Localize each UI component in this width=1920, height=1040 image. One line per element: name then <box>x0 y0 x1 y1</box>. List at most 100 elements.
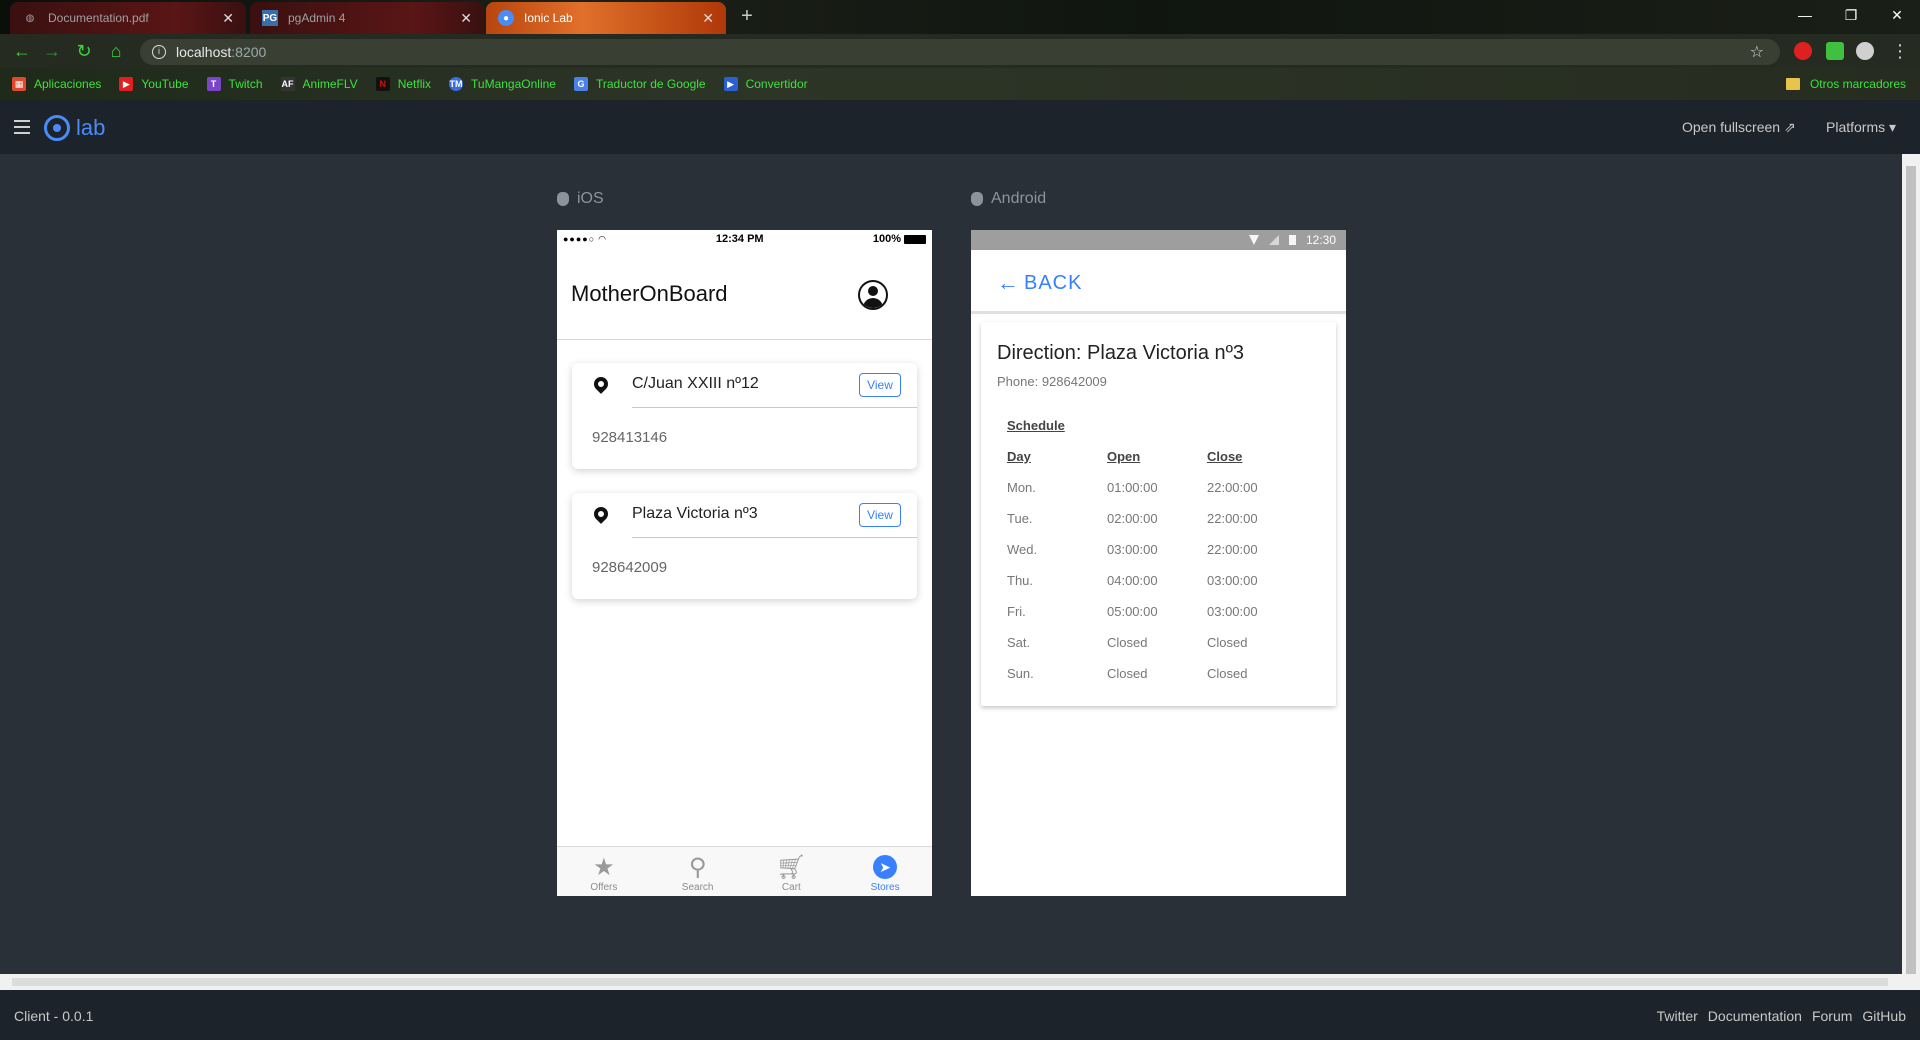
ios-device-frame: ●●●●○ ◠ 12:34 PM 100% MotherOnBoard C/Ju… <box>557 230 932 896</box>
ionic-icon: ● <box>498 10 514 26</box>
address-bar[interactable]: i localhost:8200 ☆ <box>140 39 1780 65</box>
store-card: C/Juan XXIII nº12 View 928413146 <box>572 363 917 469</box>
header-day: Day <box>1007 449 1031 464</box>
back-button[interactable]: ← BACK <box>997 270 1082 296</box>
battery-indicator: 100% <box>873 233 926 245</box>
location-pin-icon <box>591 374 611 394</box>
store-address: Plaza Victoria nº3 <box>632 505 758 522</box>
platforms-dropdown[interactable]: Platforms ▾ <box>1826 119 1896 136</box>
url-host: localhost <box>176 44 232 60</box>
store-address: C/Juan XXIII nº12 <box>632 375 759 392</box>
extension-red-icon[interactable] <box>1794 42 1812 60</box>
store-phone: Phone: 928642009 <box>997 374 1107 389</box>
android-icon <box>971 192 983 206</box>
tab-offers[interactable]: ★ Offers <box>557 847 651 896</box>
row-open: 02:00:00 <box>1107 511 1158 526</box>
close-icon[interactable]: ✕ <box>222 10 234 27</box>
tab-icon-wrapper: ➤ <box>872 854 898 880</box>
home-icon[interactable]: ⌂ <box>104 40 128 64</box>
tab-label: Documentation.pdf <box>48 11 149 25</box>
documentation-link[interactable]: Documentation <box>1708 1008 1802 1024</box>
convertidor-icon: ▶ <box>723 77 738 91</box>
row-open: 03:00:00 <box>1107 542 1158 557</box>
twitter-link[interactable]: Twitter <box>1657 1008 1698 1024</box>
bookmark-aplicaciones[interactable]: ▦ Aplicaciones <box>12 77 101 91</box>
bookmark-label: YouTube <box>141 77 189 91</box>
github-link[interactable]: GitHub <box>1862 1008 1906 1024</box>
forum-link[interactable]: Forum <box>1812 1008 1852 1024</box>
tab-search[interactable]: ⚲ Search <box>651 847 745 896</box>
android-platform-label: Android <box>971 190 1046 208</box>
hamburger-menu-icon[interactable] <box>14 120 30 134</box>
bookmark-netflix[interactable]: N Netflix <box>375 77 431 91</box>
caret-down-icon: ▾ <box>1889 119 1897 135</box>
header-close: Close <box>1207 449 1243 464</box>
lab-header: lab Open fullscreen ⇗ Platforms ▾ <box>0 100 1920 154</box>
window-close-button[interactable]: ✕ <box>1874 0 1920 30</box>
new-tab-button[interactable]: + <box>736 6 758 28</box>
menu-dots-icon[interactable]: ⋮ <box>1888 40 1912 64</box>
bookmark-youtube[interactable]: ▶ YouTube <box>119 77 189 91</box>
youtube-icon: ▶ <box>119 77 134 91</box>
search-icon: ⚲ <box>688 853 707 881</box>
row-open: Closed <box>1107 635 1148 650</box>
ios-navbar: MotherOnBoard <box>557 248 932 340</box>
tab-ionic-lab[interactable]: ● Ionic Lab ✕ <box>486 2 726 34</box>
tumanga-icon: TM <box>449 77 464 91</box>
schedule-row: Tue. 02:00:00 22:00:00 <box>1007 511 1307 526</box>
battery-icon <box>1288 235 1296 245</box>
tab-stores[interactable]: ➤ Stores <box>838 847 932 896</box>
scrollbar-thumb[interactable] <box>12 978 1888 986</box>
view-store-button[interactable]: View <box>859 373 901 397</box>
bookmark-label: Twitch <box>228 77 263 91</box>
tab-label: Stores <box>870 882 900 893</box>
other-bookmarks[interactable]: Otros marcadores <box>1785 77 1906 91</box>
vertical-scrollbar[interactable] <box>1902 154 1920 992</box>
row-close: Closed <box>1207 635 1248 650</box>
row-close: 22:00:00 <box>1207 542 1258 557</box>
row-close: 03:00:00 <box>1207 573 1258 588</box>
bookmark-convertidor[interactable]: ▶ Convertidor <box>723 77 808 91</box>
restore-button[interactable]: ❐ <box>1828 0 1874 30</box>
logo-text: lab <box>76 115 106 140</box>
info-icon[interactable]: i <box>152 45 166 59</box>
horizontal-scrollbar[interactable] <box>0 974 1902 990</box>
ios-platform-label: iOS <box>557 190 604 208</box>
extension-puzzle-icon[interactable] <box>1826 42 1844 60</box>
row-open: Closed <box>1107 666 1148 681</box>
bookmark-tumangaonline[interactable]: TM TuMangaOnline <box>449 77 556 91</box>
open-fullscreen-link[interactable]: Open fullscreen ⇗ <box>1682 119 1796 136</box>
view-store-button[interactable]: View <box>859 503 901 527</box>
bookmark-animeflv[interactable]: AF AnimeFLV <box>280 77 358 91</box>
profile-headset-icon[interactable] <box>1856 42 1874 60</box>
android-status-bar: 12:30 <box>971 230 1346 250</box>
cart-icon: 🛒︎ <box>776 853 807 881</box>
scrollbar-thumb[interactable] <box>1906 166 1916 974</box>
user-avatar-icon[interactable] <box>858 280 888 310</box>
star-icon: ★ <box>593 853 615 881</box>
url-port: :8200 <box>231 44 267 60</box>
reload-icon[interactable]: ↻ <box>72 40 96 64</box>
row-day: Thu. <box>1007 573 1034 588</box>
close-icon[interactable]: ✕ <box>702 10 714 27</box>
bookmark-star-icon[interactable]: ☆ <box>1750 42 1764 62</box>
back-label: BACK <box>1024 271 1083 294</box>
bookmark-twitch[interactable]: T Twitch <box>206 77 263 91</box>
minimize-button[interactable]: — <box>1782 0 1828 30</box>
battery-icon <box>903 234 926 244</box>
ios-status-time: 12:34 PM <box>715 233 764 245</box>
wifi-icon <box>1248 235 1259 245</box>
row-day: Fri. <box>1007 604 1026 619</box>
tab-pgadmin[interactable]: PG pgAdmin 4 ✕ <box>250 2 484 34</box>
pgadmin-icon: PG <box>262 10 278 26</box>
tab-cart[interactable]: 🛒︎ Cart <box>745 847 839 896</box>
back-arrow-icon[interactable]: ← <box>10 40 34 64</box>
bookmark-google-translate[interactable]: G Traductor de Google <box>573 77 706 91</box>
signal-icon <box>1268 235 1279 245</box>
close-icon[interactable]: ✕ <box>460 10 472 27</box>
forward-arrow-icon[interactable]: → <box>40 40 64 64</box>
row-day: Mon. <box>1007 480 1036 495</box>
row-open: 04:00:00 <box>1107 573 1158 588</box>
tab-documentation[interactable]: ◍ Documentation.pdf ✕ <box>10 2 246 34</box>
row-close: 22:00:00 <box>1207 511 1258 526</box>
